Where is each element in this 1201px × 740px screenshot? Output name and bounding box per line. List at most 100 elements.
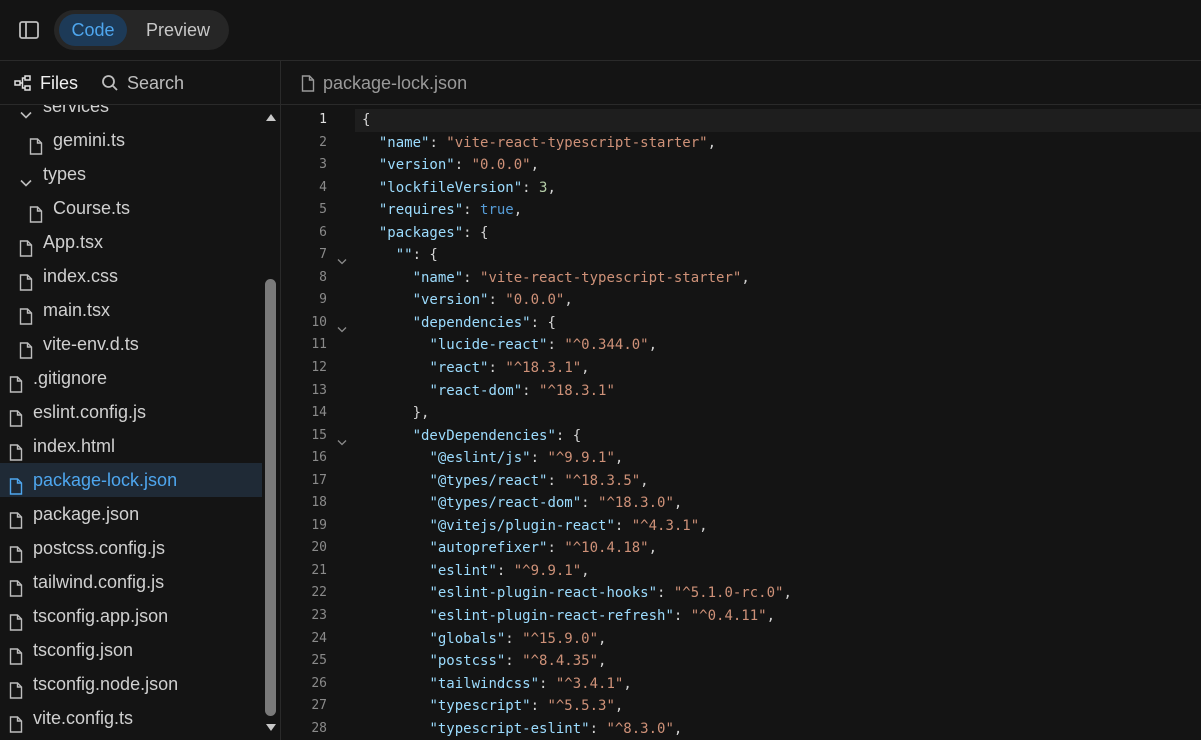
code-editor[interactable]: 1{2 "name": "vite-react-typescript-start… bbox=[281, 105, 1201, 740]
tree-file[interactable]: tsconfig.node.json bbox=[0, 667, 262, 701]
line-number: 19 bbox=[311, 517, 327, 533]
tree-folder[interactable]: types bbox=[0, 157, 262, 191]
code-token: , bbox=[699, 517, 708, 534]
code-token: : bbox=[496, 562, 514, 579]
tree-file[interactable]: postcss.config.js bbox=[0, 531, 262, 565]
tree-file[interactable]: package-lock.json bbox=[0, 463, 262, 497]
line-number: 16 bbox=[311, 450, 327, 466]
code-line[interactable]: 12 "react": "^18.3.1", bbox=[281, 357, 1201, 380]
code-line[interactable]: 16 "@eslint/js": "^9.9.1", bbox=[281, 447, 1201, 470]
code-line[interactable]: 4 "lockfileVersion": 3, bbox=[281, 177, 1201, 200]
tree-file[interactable]: main.tsx bbox=[0, 293, 262, 327]
line-number: 4 bbox=[319, 179, 327, 195]
code-line[interactable]: 6 "packages": { bbox=[281, 222, 1201, 245]
code-token: , bbox=[673, 720, 683, 737]
tree-file[interactable]: eslint.config.js bbox=[0, 395, 262, 429]
code-line[interactable]: 5 "requires": true, bbox=[281, 199, 1201, 222]
fold-chevron-icon[interactable] bbox=[337, 251, 347, 265]
code-line[interactable]: 27 "typescript": "^5.5.3", bbox=[281, 695, 1201, 718]
code-line[interactable]: 24 "globals": "^15.9.0", bbox=[281, 628, 1201, 651]
tree-item-label: services bbox=[43, 105, 110, 116]
sidebar-toggle-icon[interactable] bbox=[18, 20, 40, 40]
line-number: 23 bbox=[311, 608, 327, 624]
code-line[interactable]: 8 "name": "vite-react-typescript-starter… bbox=[281, 267, 1201, 290]
code-line[interactable]: 7 "": { bbox=[281, 244, 1201, 267]
file-tree-scrollbar[interactable] bbox=[262, 105, 281, 740]
code-line[interactable]: 10 "dependencies": { bbox=[281, 312, 1201, 335]
line-number: 21 bbox=[311, 562, 327, 578]
code-line[interactable]: 23 "eslint-plugin-react-refresh": "^0.4.… bbox=[281, 605, 1201, 628]
code-line[interactable]: 9 "version": "0.0.0", bbox=[281, 289, 1201, 312]
code-token: "@eslint/js" bbox=[429, 450, 531, 467]
tree-file[interactable]: Course.ts bbox=[0, 191, 262, 225]
tree-file[interactable]: .gitignore bbox=[0, 361, 262, 395]
tree-file[interactable]: index.css bbox=[0, 259, 262, 293]
scroll-down-arrow-icon[interactable] bbox=[265, 722, 277, 734]
code-token: "react" bbox=[429, 360, 489, 377]
line-number: 9 bbox=[319, 292, 327, 308]
code-token: "vite-react-typescript-starter" bbox=[480, 269, 742, 286]
code-text: "@types/react-dom": "^18.3.0", bbox=[355, 492, 1201, 515]
tree-file[interactable]: vite-env.d.ts bbox=[0, 327, 262, 361]
code-token: , bbox=[673, 495, 683, 512]
code-text: "": { bbox=[355, 244, 1201, 267]
code-line[interactable]: 17 "@types/react": "^18.3.5", bbox=[281, 470, 1201, 493]
code-line[interactable]: 19 "@vitejs/plugin-react": "^4.3.1", bbox=[281, 515, 1201, 538]
code-token: "postcss" bbox=[429, 653, 506, 670]
code-token: , bbox=[530, 157, 540, 174]
fold-chevron-icon[interactable] bbox=[337, 432, 347, 446]
code-token: "^9.9.1" bbox=[513, 562, 582, 579]
code-line[interactable]: 18 "@types/react-dom": "^18.3.0", bbox=[281, 492, 1201, 515]
code-text: "lockfileVersion": 3, bbox=[355, 177, 1201, 200]
code-line[interactable]: 26 "tailwindcss": "^3.4.1", bbox=[281, 673, 1201, 696]
code-text: "dependencies": { bbox=[355, 312, 1201, 335]
code-text: "requires": true, bbox=[355, 199, 1201, 222]
code-line[interactable]: 25 "postcss": "^8.4.35", bbox=[281, 650, 1201, 673]
search-tab[interactable]: Search bbox=[101, 72, 184, 94]
scrollbar-thumb[interactable] bbox=[265, 279, 276, 716]
code-line[interactable]: 15 "devDependencies": { bbox=[281, 425, 1201, 448]
code-line[interactable]: 2 "name": "vite-react-typescript-starter… bbox=[281, 132, 1201, 155]
files-tab[interactable]: Files bbox=[14, 72, 78, 94]
line-number: 3 bbox=[319, 157, 327, 173]
code-line[interactable]: 11 "lucide-react": "^0.344.0", bbox=[281, 334, 1201, 357]
code-line[interactable]: 14 }, bbox=[281, 402, 1201, 425]
fold-chevron-icon[interactable] bbox=[337, 319, 347, 333]
tree-file[interactable]: tsconfig.json bbox=[0, 633, 262, 667]
code-line[interactable]: 13 "react-dom": "^18.3.1" bbox=[281, 380, 1201, 403]
code-text: "globals": "^15.9.0", bbox=[355, 628, 1201, 651]
code-text: "packages": { bbox=[355, 222, 1201, 245]
code-token: "typescript-eslint" bbox=[429, 720, 590, 737]
code-line[interactable]: 3 "version": "0.0.0", bbox=[281, 154, 1201, 177]
code-line[interactable]: 20 "autoprefixer": "^10.4.18", bbox=[281, 537, 1201, 560]
code-token: : bbox=[505, 653, 523, 670]
code-token: , bbox=[707, 134, 717, 151]
code-line[interactable]: 28 "typescript-eslint": "^8.3.0", bbox=[281, 718, 1201, 740]
tree-file[interactable]: vite.config.ts bbox=[0, 701, 262, 735]
tree-file[interactable]: gemini.ts bbox=[0, 123, 262, 157]
tab-code[interactable]: Code bbox=[59, 14, 127, 46]
tree-folder[interactable]: services bbox=[0, 105, 262, 123]
scroll-up-arrow-icon[interactable] bbox=[265, 111, 277, 123]
code-token: "name" bbox=[378, 134, 430, 151]
code-text: "@eslint/js": "^9.9.1", bbox=[355, 447, 1201, 470]
code-token: "autoprefixer" bbox=[429, 540, 548, 557]
code-token: , bbox=[564, 292, 573, 309]
code-token: : { bbox=[463, 224, 489, 241]
tree-file[interactable]: tailwind.config.js bbox=[0, 565, 262, 599]
code-line[interactable]: 21 "eslint": "^9.9.1", bbox=[281, 560, 1201, 583]
tree-item-label: tsconfig.json bbox=[33, 640, 134, 660]
tree-file[interactable]: tsconfig.app.json bbox=[0, 599, 262, 633]
tree-file[interactable]: index.html bbox=[0, 429, 262, 463]
code-line[interactable]: 22 "eslint-plugin-react-hooks": "^5.1.0-… bbox=[281, 582, 1201, 605]
view-switch: Code Preview bbox=[54, 10, 229, 50]
code-token: : bbox=[547, 337, 565, 354]
code-token: { bbox=[362, 112, 371, 128]
tree-file[interactable]: App.tsx bbox=[0, 225, 262, 259]
tree-file[interactable]: package.json bbox=[0, 497, 262, 531]
tab-preview[interactable]: Preview bbox=[134, 14, 222, 46]
code-token: "devDependencies" bbox=[412, 427, 556, 444]
code-token: "@types/react" bbox=[429, 472, 548, 489]
editor-tab[interactable]: package-lock.json bbox=[301, 72, 467, 94]
code-line[interactable]: 1{ bbox=[281, 109, 1201, 132]
